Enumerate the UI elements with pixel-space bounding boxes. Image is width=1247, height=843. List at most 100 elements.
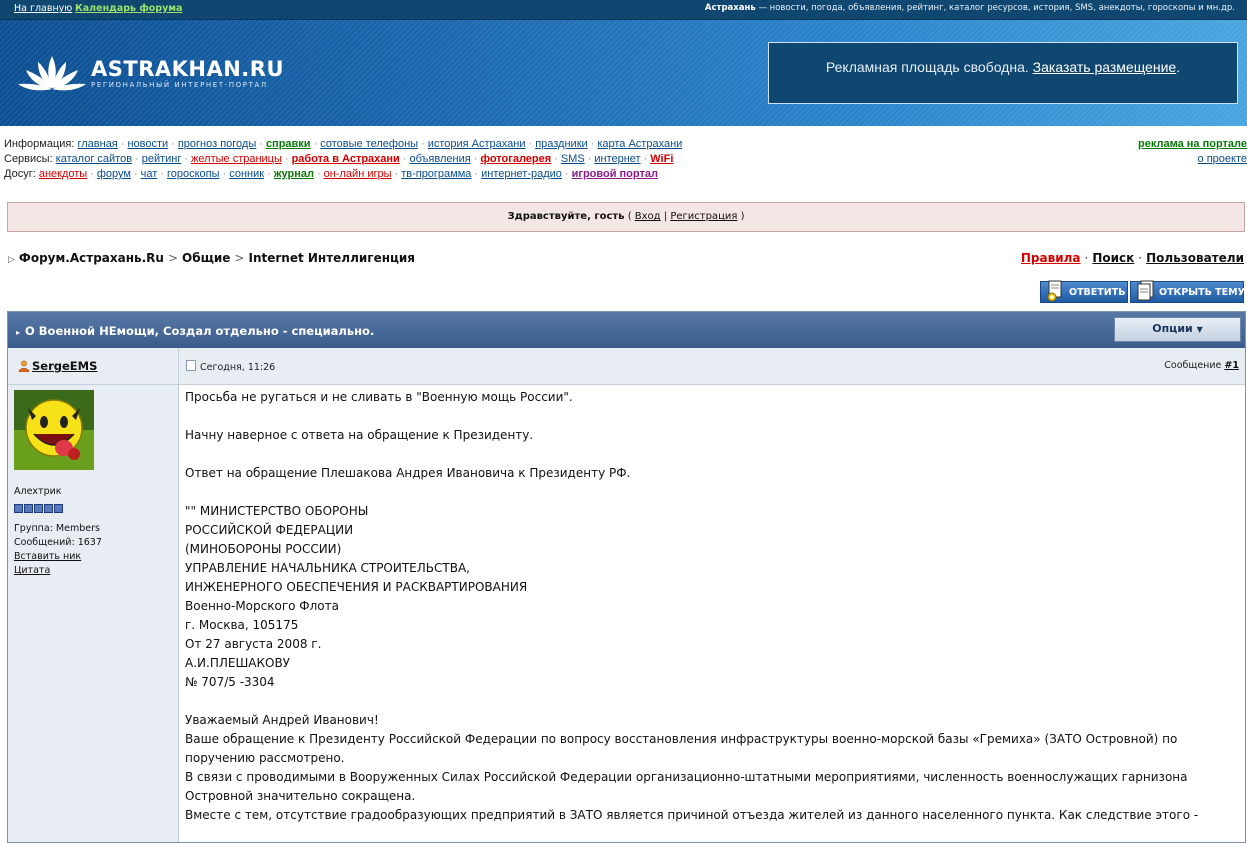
post-line: г. Москва, 105175 (185, 618, 299, 632)
site-logo-text[interactable]: ASTRAKHAN.RU (91, 57, 284, 81)
post-date: Сегодня, 11:26 (186, 360, 275, 373)
nav-link-wifi[interactable]: WiFi (650, 153, 673, 165)
breadcrumb-root[interactable]: Форум.Астрахань.Ru (19, 251, 164, 265)
post-line: Ответ на обращение Плешакова Андрея Иван… (185, 466, 631, 480)
post-line: Ваше обращение к Президенту Российской Ф… (185, 732, 1182, 765)
guest-greeting: Здравствуйте, гость (507, 211, 625, 222)
rank-pip-icon (34, 504, 43, 513)
welcome-paren-close: ) (737, 211, 745, 222)
nav-link-yellow-pages[interactable]: желтые страницы (191, 153, 282, 165)
nav-link-phones[interactable]: сотовые телефоны (320, 138, 418, 150)
nav-link-jokes[interactable]: анекдоты (39, 168, 87, 180)
nav-services-label: Сервисы: (4, 153, 53, 165)
tagline-text: — новости, погода, объявления, рейтинг, … (755, 3, 1235, 13)
post-line: (МИНОБОРОНЫ РОССИИ) (185, 542, 342, 556)
nav-link-radio[interactable]: интернет-радио (481, 168, 562, 180)
post-line: Начну наверное с ответа на обращение к П… (185, 428, 534, 442)
post-permalink[interactable]: #1 (1224, 360, 1239, 371)
nav-link-reference[interactable]: справки (266, 138, 311, 150)
nav-link-game-portal[interactable]: игровой портал (572, 168, 658, 180)
nav-leisure-label: Досуг: (4, 168, 36, 180)
nav-link-dreambook[interactable]: сонник (229, 168, 264, 180)
nav-services-row: Сервисы: каталог сайтов · рейтинг · желтые с… (4, 153, 674, 165)
nav-link-map[interactable]: карта Астрахани (597, 138, 682, 150)
nav-link-online-games[interactable]: он-лайн игры (324, 168, 392, 180)
nav-link-main[interactable]: главная (77, 138, 117, 150)
lotus-logo-icon[interactable] (16, 54, 88, 94)
insert-nick-link[interactable]: Вставить ник (14, 551, 81, 562)
post-line: В связи с проводимыми в Вооруженных Сила… (185, 770, 1192, 803)
login-link[interactable]: Вход (635, 211, 661, 222)
breadcrumb-section[interactable]: Общие (182, 251, 230, 265)
author-rank: Алехтрик (14, 486, 62, 497)
post-line: Уважаемый Андрей Иванович! (185, 713, 379, 727)
author-name-link[interactable]: SergeEMS (18, 359, 97, 373)
nav-leisure-row: Досуг: анекдоты · форум · чат · гороскопы · сонн… (4, 168, 658, 180)
nav-link-holidays[interactable]: праздники (535, 138, 587, 150)
top-bar: На главную Календарь форума Астрахань — … (0, 0, 1247, 20)
nav-link-history[interactable]: история Астрахани (428, 138, 526, 150)
nav-right-bottom: о проекте (1198, 153, 1247, 165)
nav-link-jobs[interactable]: работа в Астрахани (292, 153, 400, 165)
chevron-down-icon: ▼ (1196, 325, 1203, 334)
quote-link[interactable]: Цитата (14, 565, 50, 576)
nav-link-forum[interactable]: форум (97, 168, 131, 180)
users-link[interactable]: Пользователи (1146, 251, 1244, 265)
post-line: РОССИЙСКОЙ ФЕДЕРАЦИИ (185, 523, 354, 537)
nav-link-magazine[interactable]: журнал (274, 168, 314, 180)
nav-link-chat[interactable]: чат (141, 168, 158, 180)
options-label: Опции (1152, 322, 1193, 335)
nav-link-ads[interactable]: объявления (410, 153, 471, 165)
rank-pip-icon (14, 504, 23, 513)
topic-title: О Военной НЕмощи, Создал отдельно - спец… (25, 324, 375, 338)
reply-button[interactable]: ОТВЕТИТЬ (1040, 280, 1128, 303)
nav-link-tv[interactable]: тв-программа (401, 168, 471, 180)
about-project-link[interactable]: о проекте (1198, 153, 1247, 165)
post-line (185, 483, 1235, 502)
post-number: Сообщение #1 (1164, 360, 1239, 371)
nav-right-top: реклама на портале (1138, 138, 1247, 150)
nav-link-catalog[interactable]: каталог сайтов (56, 153, 132, 165)
nav-link-horoscopes[interactable]: гороскопы (167, 168, 220, 180)
post-table: ▸ О Военной НЕмощи, Создал отдельно - спе… (7, 311, 1246, 843)
rank-pip-icon (24, 504, 33, 513)
welcome-separator: | (660, 211, 671, 222)
author-group: Группа: Members (14, 523, 100, 534)
new-topic-button[interactable]: ОТКРЫТЬ ТЕМУ (1130, 280, 1245, 303)
ad-box: Рекламная площадь свободна. Заказать раз… (768, 42, 1238, 104)
author-name: SergeEMS (32, 359, 98, 373)
ad-text-end: . (1176, 59, 1181, 75)
post-header-strip (179, 348, 1245, 385)
order-ad-link[interactable]: Заказать размещение (1033, 59, 1177, 75)
topic-bullet-icon: ▸ (16, 328, 21, 337)
post-line: Просьба не ругаться и не сливать в "Воен… (185, 390, 573, 404)
post-line (185, 445, 1235, 464)
home-link[interactable]: На главную (14, 3, 72, 14)
site-banner: ASTRAKHAN.RU РЕГИОНАЛЬНЫЙ ИНТЕРНЕТ-ПОРТА… (0, 20, 1247, 126)
nav-link-rating[interactable]: рейтинг (142, 153, 182, 165)
post-doc-icon (186, 360, 196, 371)
nav-link-internet[interactable]: интернет (594, 153, 640, 165)
forum-calendar-link[interactable]: Календарь форума (75, 3, 182, 14)
post-line: № 707/5 -3304 (185, 675, 275, 689)
nav-link-weather[interactable]: прогноз погоды (178, 138, 256, 150)
search-link[interactable]: Поиск (1092, 251, 1134, 265)
advertising-link[interactable]: реклама на портале (1138, 138, 1247, 150)
author-message-count: Сообщений: 1637 (14, 537, 102, 548)
tagline-city: Астрахань (704, 3, 756, 13)
nav-link-sms[interactable]: SMS (561, 153, 585, 165)
register-link[interactable]: Регистрация (670, 211, 737, 222)
options-button[interactable]: Опции ▼ (1114, 317, 1241, 342)
topic-title-bar: ▸ О Военной НЕмощи, Создал отдельно - спе… (8, 312, 1245, 348)
post-body: Просьба не ругаться и не сливать в "Воен… (185, 388, 1235, 825)
site-tagline: Астрахань — новости, погода, объявления,… (705, 3, 1235, 13)
breadcrumb-arrow-icon: ▷ (8, 255, 15, 265)
nav-link-news[interactable]: новости (127, 138, 168, 150)
post-line: От 27 августа 2008 г. (185, 637, 322, 651)
breadcrumb-forum[interactable]: Internet Интеллигенция (248, 251, 415, 265)
nav-info-row: Информация: главная · новости · прогноз пого… (4, 138, 683, 150)
rank-pip-icon (54, 504, 63, 513)
post-line: ИНЖЕНЕРНОГО ОБЕСПЕЧЕНИЯ И РАСКВАРТИРОВАН… (185, 580, 528, 594)
nav-link-photogallery[interactable]: фотогалерея (480, 153, 551, 165)
rules-link[interactable]: Правила (1021, 251, 1081, 265)
